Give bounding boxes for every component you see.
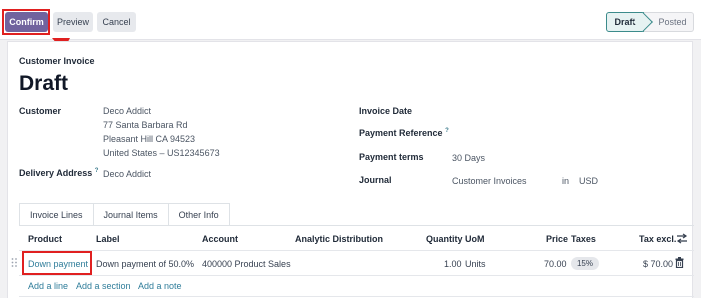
table-header-divider [19,250,694,251]
line-account-cell[interactable]: 400000 Product Sales [202,259,291,269]
delivery-address-label-text: Delivery Address [19,168,93,178]
line-uom-cell[interactable]: Units [465,259,486,269]
column-header-taxes[interactable]: Taxes [571,234,596,244]
column-header-product[interactable]: Product [28,234,62,244]
customer-field[interactable]: Deco Addict [103,106,151,116]
column-header-analytic[interactable]: Analytic Distribution [295,234,383,244]
column-header-account[interactable]: Account [202,234,238,244]
tab-other-info[interactable]: Other Info [167,203,230,226]
status-posted-label: Posted [658,17,687,27]
currency-field[interactable]: USD [579,176,598,186]
table-footer-divider [19,296,694,297]
payment-terms-field[interactable]: 30 Days [452,153,485,163]
column-header-uom[interactable]: UoM [465,234,485,244]
page-title: Draft [19,72,69,95]
customer-address-line: 77 Santa Barbara Rd [103,120,188,130]
journal-field[interactable]: Customer Invoices [452,176,527,186]
invoice-date-field[interactable] [452,106,652,118]
delivery-address-label: Delivery Address ? [19,168,98,178]
status-draft[interactable]: Draft [606,12,653,32]
customer-address-line: United States – US12345673 [103,148,220,158]
drag-handle-icon[interactable] [11,257,18,268]
delivery-address-field[interactable]: Deco Addict [103,169,151,179]
line-price-cell[interactable]: 70.00 [544,259,567,269]
column-header-label[interactable]: Label [96,234,120,244]
add-line-link[interactable]: Add a line [28,281,68,291]
tab-invoice-lines[interactable]: Invoice Lines [19,203,94,226]
add-section-link[interactable]: Add a section [76,281,131,291]
customer-label: Customer [19,106,62,116]
preview-button[interactable]: Preview [53,12,93,32]
payment-reference-field[interactable] [452,129,652,141]
cancel-button[interactable]: Cancel [97,12,136,32]
column-header-quantity[interactable]: Quantity [426,234,463,244]
tab-divider [19,225,694,226]
customer-address-line: Pleasant Hill CA 94523 [103,134,196,144]
payment-terms-label: Payment terms [359,152,424,162]
column-header-tax-excl[interactable]: Tax excl. [639,234,676,244]
help-icon[interactable]: ? [95,168,99,174]
trash-icon[interactable] [675,257,684,268]
payment-reference-label: Payment Reference ? [359,128,449,138]
status-bar: Draft Posted [606,12,694,32]
table-row-divider [19,275,694,276]
notebook-tabs: Invoice Lines Journal Items Other Info [19,203,230,226]
add-note-link[interactable]: Add a note [138,281,182,291]
invoice-date-label: Invoice Date [359,106,413,116]
confirm-highlight-box [2,9,50,35]
journal-in-text: in [562,176,570,186]
document-type-label: Customer Invoice [19,56,95,66]
control-panel: Confirm Preview Cancel Draft Posted [0,0,701,40]
down-payment-highlight-box [22,251,92,275]
help-icon[interactable]: ? [445,128,449,134]
column-toggle-icon[interactable] [676,233,688,244]
column-header-price[interactable]: Price [546,234,568,244]
line-quantity-cell[interactable]: 1.00 [444,259,462,269]
line-subtotal-cell: $ 70.00 [643,259,674,269]
payment-reference-label-text: Payment Reference [359,128,443,138]
line-label-cell[interactable]: Down payment of 50.0% [96,259,194,269]
invoice-form-sheet: Customer Invoice Draft Customer Deco Add… [7,41,694,298]
journal-label: Journal [359,175,392,185]
tab-journal-items[interactable]: Journal Items [92,203,169,226]
tax-badge[interactable]: 15% [571,257,599,270]
